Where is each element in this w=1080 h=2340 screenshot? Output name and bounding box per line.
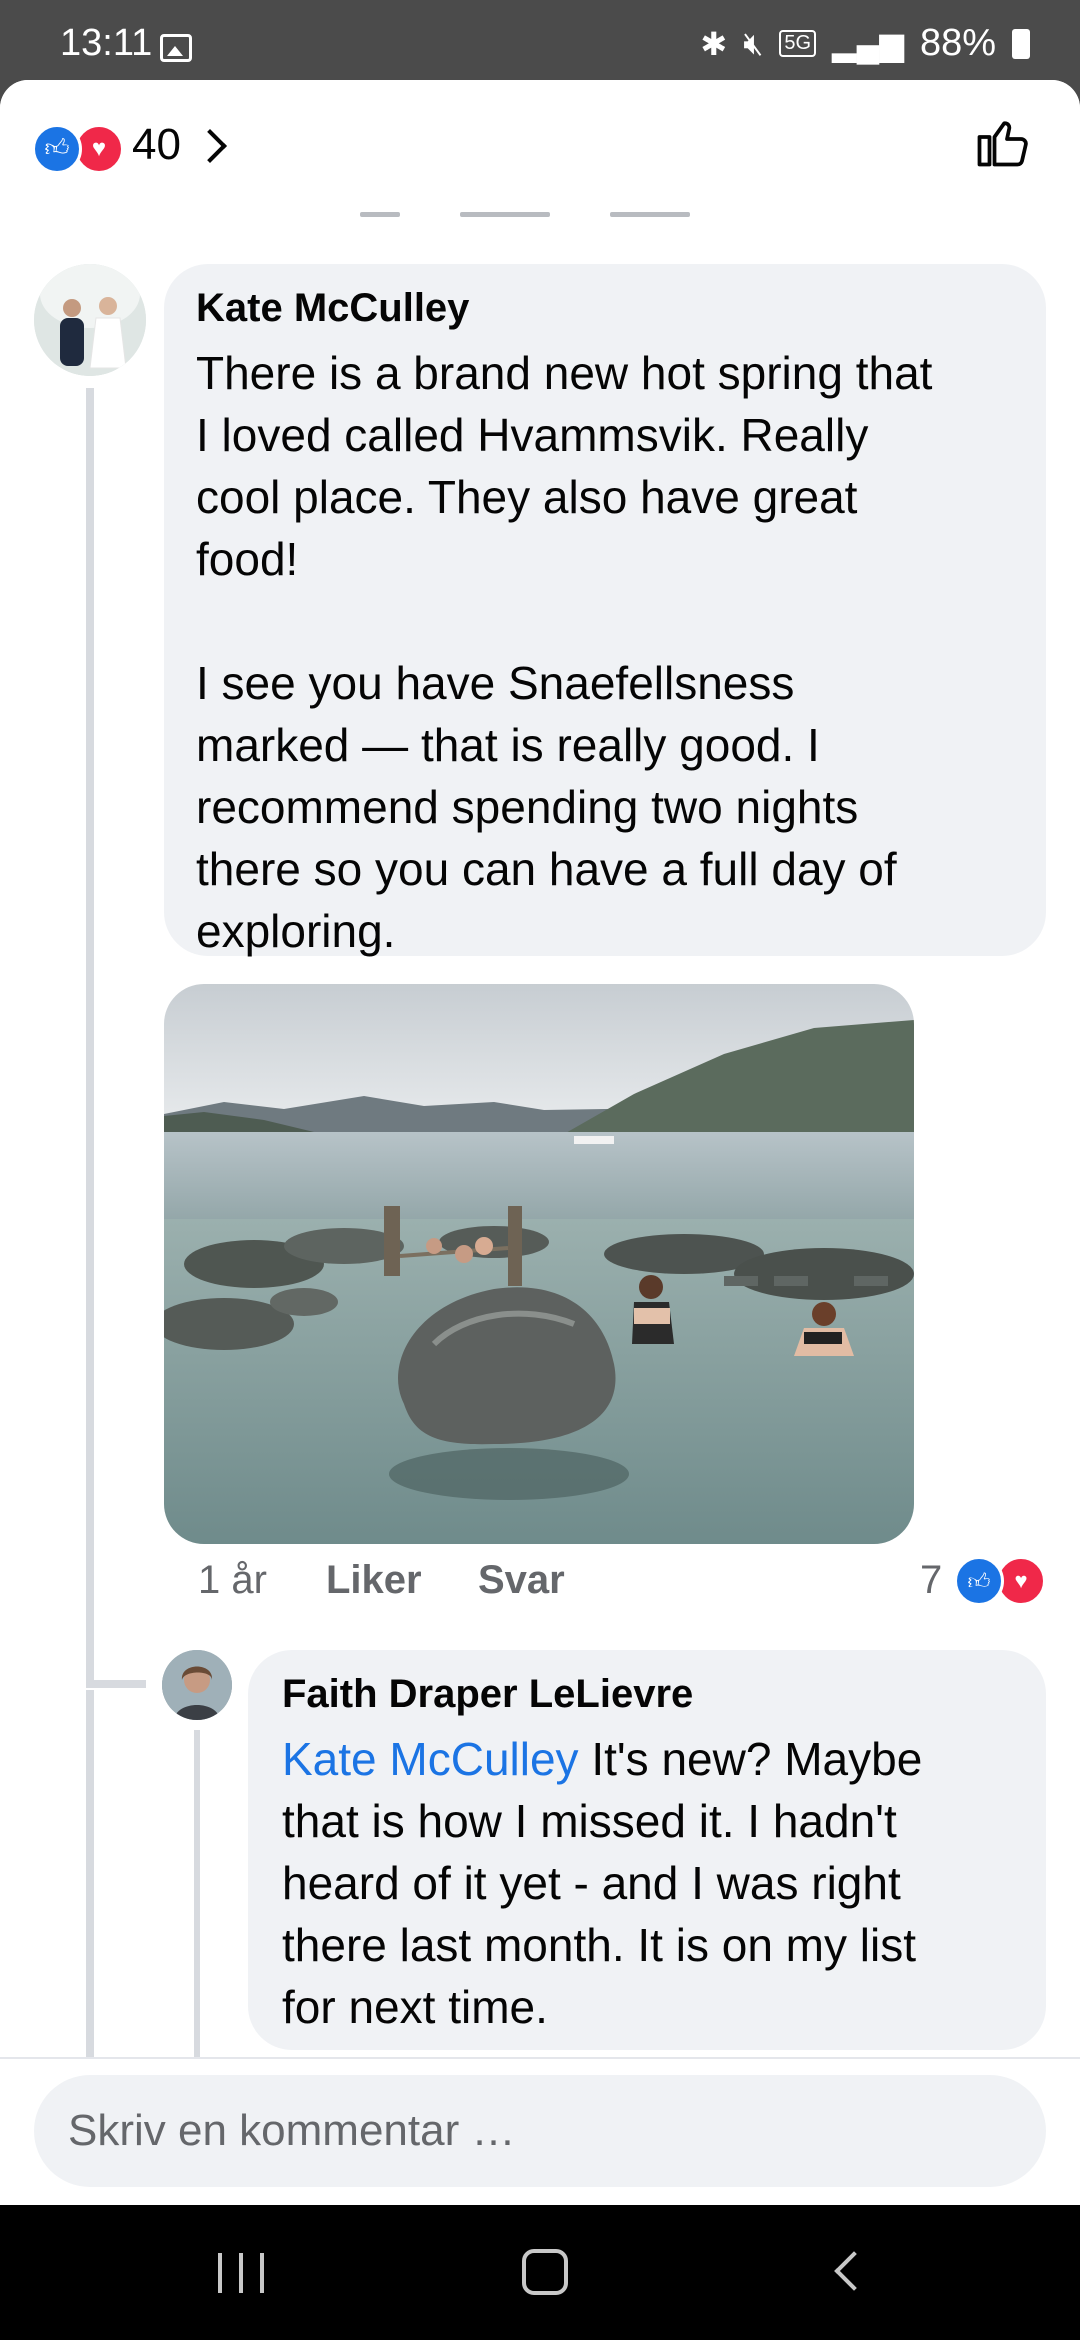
home-icon[interactable] [522, 2249, 568, 2295]
scrolled-meta-row [360, 212, 720, 218]
reply-button[interactable]: Svar [478, 1558, 565, 1603]
avatar[interactable] [162, 1650, 232, 1720]
comment-input[interactable] [34, 2075, 1046, 2187]
comment-text: There is a brand new hot spring that I l… [196, 347, 933, 957]
like-button[interactable] [972, 112, 1032, 172]
comment-photo[interactable] [164, 984, 914, 1544]
thumbs-up-icon [977, 121, 1028, 167]
battery-icon [1012, 28, 1030, 59]
reactions-header[interactable]: 👍︎ ♥ 40 [0, 80, 1080, 210]
wedding-photo-icon [34, 264, 146, 376]
reply-text: Kate McCulley It's new? Maybe that is ho… [282, 1728, 1042, 2038]
mention-link[interactable]: Kate McCulley [282, 1733, 579, 1785]
back-icon[interactable] [834, 2251, 874, 2291]
reply-author[interactable]: Faith Draper LeLievre [282, 1672, 693, 1717]
comment-author[interactable]: Kate McCulley [196, 286, 469, 331]
bluetooth-icon: ✱ [700, 25, 728, 62]
mute-icon: 🔇︎ [743, 24, 764, 61]
comment-composer [0, 2057, 1080, 2205]
thread-line [86, 388, 94, 1688]
like-icon: 👍︎ [32, 124, 82, 174]
like-icon: 👍︎ [954, 1556, 1004, 1606]
reaction-count[interactable]: 40 [132, 120, 181, 170]
battery-level: 88% [919, 22, 996, 64]
profile-photo-icon [162, 1650, 232, 1720]
5g-icon: 5G [779, 30, 817, 57]
comment-time: 1 år [198, 1558, 267, 1602]
avatar[interactable] [34, 264, 146, 376]
thread-connector [86, 1680, 146, 1688]
navigation-bar [0, 2205, 1080, 2340]
comment-reaction-count[interactable]: 7 [920, 1558, 942, 1603]
gallery-icon [160, 34, 192, 62]
thread-line-2 [86, 1690, 94, 2060]
signal-icon: ▂▄▆ [832, 25, 904, 62]
status-time: 13:11 [60, 22, 153, 64]
recent-apps-icon[interactable] [218, 2253, 264, 2293]
like-comment-button[interactable]: Liker [326, 1558, 422, 1603]
comments-sheet: 👍︎ ♥ 40 Kate McCulley There is a brand n… [0, 80, 1080, 2205]
hot-spring-photo [164, 984, 914, 1544]
chevron-right-icon[interactable] [193, 129, 227, 163]
status-bar: 13:11 ✱ 🔇︎ 5G ▂▄▆ 88% [0, 0, 1080, 80]
reply-thread-line [194, 1730, 200, 2060]
status-icons: ✱ 🔇︎ 5G ▂▄▆ 88% [700, 22, 1030, 65]
